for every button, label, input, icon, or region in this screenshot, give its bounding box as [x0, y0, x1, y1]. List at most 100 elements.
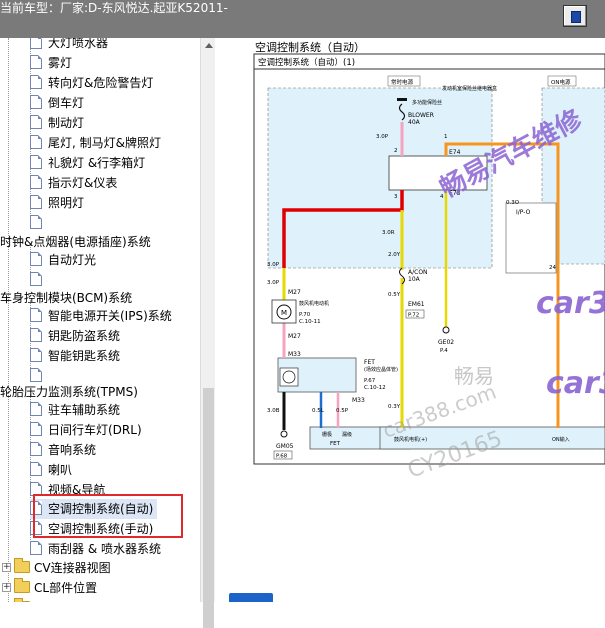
bus-bar — [397, 98, 407, 101]
em61-label: EM61 — [408, 301, 425, 308]
wire-label: 3.0P — [376, 134, 389, 140]
wire-label: 3.0R — [382, 230, 395, 236]
e74-label: E74 — [449, 149, 461, 156]
document-icon — [30, 175, 42, 189]
tree-item[interactable]: 智能电源开关(IPS)系统 — [30, 306, 172, 326]
tree-item[interactable]: 倒车灯 — [30, 93, 84, 113]
document-icon — [30, 55, 42, 69]
document-icon — [30, 38, 42, 49]
hot-at-all-times-label: 常时电源 — [391, 78, 414, 86]
tree-item[interactable]: 制动灯 — [30, 113, 84, 133]
wire-label: 3.0P — [267, 280, 280, 286]
tree-scrollbar[interactable] — [200, 38, 215, 628]
expand-icon[interactable]: + — [2, 582, 11, 592]
folder-icon — [14, 578, 30, 593]
document-icon — [30, 252, 42, 266]
tree-item[interactable] — [30, 213, 48, 233]
selection-highlight-box — [33, 494, 183, 538]
acon-fuse-amp: 10A — [408, 276, 421, 283]
m33-label: M33 — [352, 397, 365, 404]
tree-item[interactable]: 礼貌灯 &行李箱灯 — [30, 153, 145, 173]
document-icon — [30, 442, 42, 456]
wire-label: 0.5L — [312, 408, 325, 414]
wire-label: 0.3Y — [388, 404, 401, 410]
wire-label: 3.0P — [267, 262, 280, 268]
p70-label: P.70 — [299, 312, 311, 318]
document-icon — [30, 215, 42, 229]
tree-folder[interactable]: + — [2, 598, 34, 602]
document-icon — [30, 422, 42, 436]
gm05-label: GM05 — [276, 443, 294, 450]
m27-label: M27 — [288, 289, 301, 296]
expand-icon[interactable]: + — [2, 562, 11, 572]
tree-category[interactable]: 轮胎压力监测系统(TPMS) — [0, 382, 138, 402]
wire-label: 0.5P — [336, 408, 349, 414]
tree-item[interactable]: 指示灯&仪表 — [30, 173, 117, 193]
document-icon — [30, 95, 42, 109]
wire-label: 0.5Y — [388, 292, 401, 298]
bottom-button[interactable] — [229, 593, 273, 602]
section-title: 空调控制系统（自动）(1) — [258, 57, 355, 68]
document-icon — [30, 462, 42, 476]
tree-folder[interactable]: + CL部件位置 — [2, 578, 97, 598]
scroll-up-icon[interactable] — [205, 43, 213, 48]
fet-label: FET — [364, 359, 375, 366]
tree-item[interactable]: 音响系统 — [30, 440, 96, 460]
ipo-connector — [505, 202, 557, 274]
m27-label: M27 — [288, 333, 301, 340]
tree-category[interactable]: 车身控制模块(BCM)系统 — [0, 288, 132, 308]
tree-item[interactable]: 转向灯&危险警告灯 — [30, 73, 153, 93]
blower-fuse-label: BLOWER — [408, 112, 434, 119]
document-icon — [30, 368, 42, 382]
motor-symbol-label: M — [281, 309, 287, 317]
p72-label: P.72 — [408, 313, 419, 319]
wire-label: 3.0B — [267, 408, 280, 414]
blower-fuse-amp: 40A — [408, 119, 421, 126]
pin-label: 24 — [549, 265, 556, 271]
drain-label: 漏级 — [342, 431, 352, 438]
tree-item[interactable]: 雾灯 — [30, 53, 72, 73]
tree-item[interactable]: 大灯喷水器 — [30, 38, 108, 53]
document-icon — [30, 348, 42, 362]
tree-item[interactable]: 钥匙防盗系统 — [30, 326, 120, 346]
on-power-label: ON电源 — [551, 78, 571, 86]
engine-room-box-label: 发动机室保险丝继电器盒 — [442, 85, 497, 92]
wire-label: 0.3O — [506, 200, 520, 206]
document-icon — [30, 272, 42, 286]
tree-item[interactable] — [30, 270, 48, 290]
title-bar: 当前车型：厂家:D-东风悦达.起亚K52011- — [0, 0, 605, 38]
pin-label: 1 — [444, 134, 448, 140]
document-icon — [30, 75, 42, 89]
watermark-brand-en: car388 — [536, 286, 605, 321]
diagram-viewer: 空调控制系统（自动） 空调控制系统（自动）(1) 常时电源 ON电源 多功能保险… — [216, 38, 605, 602]
tree-guide — [8, 38, 9, 602]
tree-item[interactable]: 照明灯 — [30, 193, 84, 213]
on-input-label: ON输入 — [552, 436, 570, 443]
document-icon — [30, 195, 42, 209]
ge02-label: GE02 — [438, 339, 454, 346]
c1012-label: C.10-12 — [364, 385, 386, 391]
p4-label: P.4 — [440, 348, 448, 354]
folder-icon — [14, 558, 30, 573]
document-icon — [30, 135, 42, 149]
tree-item[interactable]: 驻车辅助系统 — [30, 400, 120, 420]
scrollbar-thumb[interactable] — [203, 388, 214, 628]
blower-motor-label: 鼓风机电动机 — [299, 300, 329, 307]
tree-item[interactable]: 尾灯, 制马灯&牌照灯 — [30, 133, 161, 153]
restore-window-button[interactable] — [563, 5, 587, 27]
tree-item[interactable]: 自动灯光 — [30, 250, 96, 270]
wiring-diagram: 空调控制系统（自动） 空调控制系统（自动）(1) 常时电源 ON电源 多功能保险… — [229, 40, 605, 602]
tree-category[interactable]: 时钟&点烟器(电源插座)系统 — [0, 232, 151, 252]
tree-item[interactable]: 智能钥匙系统 — [30, 346, 120, 366]
ge02-ground-icon — [442, 326, 450, 334]
tree-item[interactable]: 日间行车灯(DRL) — [30, 420, 142, 440]
m33-label: M33 — [288, 351, 301, 358]
page-title: 空调控制系统（自动） — [255, 40, 365, 54]
tree-item[interactable]: 雨刮器 & 喷水器系统 — [30, 539, 161, 559]
pin-label: 2 — [394, 148, 398, 154]
watermark-brand-en-2: car388 — [546, 366, 605, 401]
document-icon — [30, 155, 42, 169]
c1011-label: C.10-11 — [299, 319, 321, 325]
tree-folder[interactable]: + CV连接器视图 — [2, 558, 111, 578]
tree-item[interactable]: 喇叭 — [30, 460, 72, 480]
